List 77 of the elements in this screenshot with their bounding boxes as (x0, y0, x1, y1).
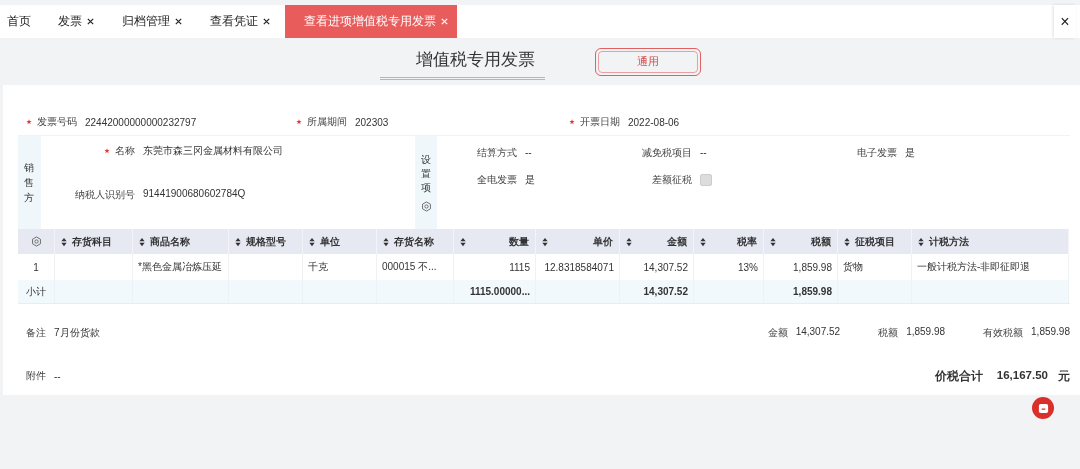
tab[interactable]: 发票 (51, 5, 105, 38)
total-label: 有效税额 (983, 325, 1024, 340)
currency-unit: 元 (1058, 368, 1070, 384)
sort-icon[interactable] (61, 236, 67, 247)
column-header[interactable]: 单位 (303, 229, 377, 254)
column-header[interactable]: 存货名称 (377, 229, 454, 254)
sort-icon[interactable] (542, 236, 548, 247)
column-header[interactable]: 存货科目 (55, 229, 133, 254)
total-label: 税额 (878, 325, 899, 340)
setting-label: 电子发票 (857, 145, 897, 160)
checkbox[interactable] (700, 173, 712, 186)
sort-icon[interactable] (770, 236, 776, 247)
setting-label: 减免税项目 (642, 145, 692, 160)
tab[interactable]: 查看凭证 (203, 5, 281, 38)
column-header[interactable]: 数量 (454, 229, 536, 254)
field-label: 发票号码 (37, 115, 77, 129)
field-value: 2022-08-06 (628, 116, 680, 128)
close-button[interactable]: × (1054, 5, 1076, 38)
field-label: 开票日期 (580, 115, 620, 129)
grand-total-value: 16,167.50 (996, 368, 1048, 383)
setting-value: -- (525, 147, 532, 158)
column-header[interactable]: 计税方法 (912, 229, 1069, 254)
setting-label: 全电发票 (477, 172, 517, 187)
total-value: 1,859.98 (906, 325, 946, 339)
field-label: 所属期间 (307, 115, 347, 129)
total-label: 金额 (767, 325, 788, 340)
type-badge: 通用 (594, 47, 701, 76)
field-label: 附件 (26, 369, 46, 383)
sort-icon[interactable] (626, 236, 632, 247)
settings-heading: 设置项 (421, 153, 431, 195)
setting-value: 是 (905, 145, 915, 160)
field-label: 备注 (26, 325, 46, 340)
close-icon[interactable] (174, 17, 183, 26)
column-header[interactable]: 单价 (536, 229, 620, 254)
sort-icon[interactable] (235, 236, 241, 247)
sort-icon[interactable] (460, 236, 466, 247)
settings-icon[interactable] (420, 201, 432, 212)
sort-icon[interactable] (309, 236, 315, 247)
column-header[interactable]: 征税项目 (838, 229, 912, 254)
subtotal-cell: 小计 (18, 280, 55, 303)
setting-label: 结算方式 (477, 145, 517, 160)
sort-icon[interactable] (700, 236, 706, 247)
subtotal-cell: 1,859.98 (764, 280, 838, 303)
sort-icon[interactable] (139, 236, 145, 247)
field-value: 东莞市森三冈金属材料有限公司 (143, 144, 283, 158)
total-value: 14,307.52 (795, 325, 841, 339)
field-value: -- (54, 370, 61, 382)
close-icon[interactable] (262, 17, 271, 26)
subtotal-cell: 14,307.52 (620, 280, 694, 303)
chat-button[interactable] (1032, 397, 1054, 419)
field-value: 202303 (355, 116, 389, 128)
column-header[interactable]: 税率 (694, 229, 764, 254)
column-header[interactable]: 金额 (620, 229, 694, 254)
total-value: 1,859.98 (1031, 325, 1070, 339)
seller-heading: 销售方 (18, 136, 41, 229)
column-header[interactable]: 税额 (764, 229, 838, 254)
field-label: 纳税人识别号 (75, 188, 135, 202)
field-label: 名称 (115, 144, 135, 158)
column-header[interactable]: 规格型号 (229, 229, 303, 254)
chat-icon (1037, 402, 1049, 414)
setting-value: -- (700, 147, 707, 158)
column-header[interactable]: 商品名称 (133, 229, 229, 254)
sort-icon[interactable] (844, 236, 850, 247)
field-value: 7月份货款 (54, 325, 100, 340)
invoice-title: 增值税专用发票 (379, 43, 545, 80)
sort-icon[interactable] (918, 236, 924, 247)
grand-total-label: 价税合计 (934, 368, 983, 384)
tab[interactable]: 首页 (0, 5, 41, 38)
settings-icon[interactable] (30, 236, 42, 247)
field-value: 22442000000000232797 (85, 116, 197, 128)
setting-value: 是 (525, 172, 535, 187)
subtotal-cell: 1115.00000... (454, 280, 536, 303)
tab[interactable]: 归档管理 (115, 5, 193, 38)
setting-label: 差额征税 (652, 172, 692, 187)
sort-icon[interactable] (383, 236, 389, 247)
close-icon[interactable] (86, 17, 95, 26)
field-value: 91441900680602784Q (143, 188, 246, 201)
